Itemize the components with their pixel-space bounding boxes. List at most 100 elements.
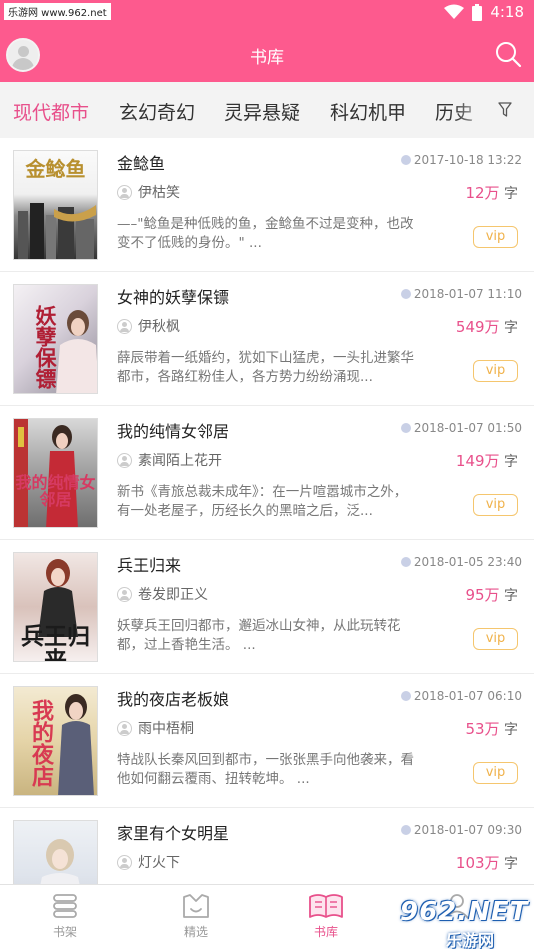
book-item[interactable]: 家里有个女明星 2018-01-07 09:30 灯火下 103万 字 (0, 808, 534, 884)
update-time: 2018-01-05 23:40 (400, 555, 522, 569)
word-count-value: 549万 (455, 318, 500, 336)
word-count-value: 103万 (455, 854, 500, 872)
cover-title: 妖孽保镖 (33, 305, 58, 389)
word-count: 549万 字 (456, 316, 518, 337)
person-icon (117, 184, 132, 200)
cover-art (58, 694, 94, 795)
tab-category[interactable]: 科幻机甲 (330, 98, 406, 125)
nav-library[interactable]: 书库 (281, 893, 371, 940)
book-item[interactable]: 兵王归来 兵王归来 2018-01-05 23:40 卷发即正义 95万 字 妖… (0, 540, 534, 674)
update-time: 2017-10-18 13:22 (400, 153, 522, 167)
status-bar: 乐游网 www.962.net 4:18 (0, 0, 534, 26)
book-item[interactable]: 我的纯情女邻居 我的纯情女邻居 2018-01-07 01:50 素闻陌上花开 … (0, 406, 534, 540)
word-count-unit: 字 (504, 320, 518, 336)
search-icon[interactable] (494, 40, 522, 68)
word-count: 95万 字 (465, 584, 518, 605)
site-watermark: 962.NET 乐游网 (400, 895, 534, 949)
author: 伊枯笑 (117, 182, 180, 202)
date-text: 2018-01-07 01:50 (413, 421, 522, 435)
word-count-value: 95万 (465, 586, 500, 604)
book-description: 新书《青旅总裁未成年》：在一片喧嚣城市之外，有一处老屋子，历经长久的黑暗之后，泛… (117, 484, 408, 519)
vip-badge: vip (473, 226, 518, 248)
author: 卷发即正义 (117, 584, 208, 604)
book-item[interactable]: 妖孽保镖 女神的妖孽保镖 2018-01-07 11:10 伊秋枫 549万 字… (0, 272, 534, 406)
date-text: 2018-01-07 09:30 (413, 823, 522, 837)
date-text: 2018-01-07 11:10 (413, 287, 522, 301)
clock-icon (400, 557, 411, 567)
word-count-value: 53万 (465, 720, 500, 738)
cover-art (18, 203, 96, 259)
book-cover: 我的纯情女邻居 (13, 418, 98, 528)
word-count-unit: 字 (504, 722, 518, 738)
word-count-unit: 字 (504, 588, 518, 604)
clock-icon (400, 691, 411, 701)
watermark-logo: 962.NET (400, 897, 529, 927)
cover-title: 金鲶鱼 (25, 157, 86, 181)
vip-badge: vip (473, 628, 518, 650)
author-name: 雨中梧桐 (138, 721, 194, 737)
cover-title: 兵王归来 (21, 623, 90, 662)
person-icon (117, 854, 132, 870)
date-text: 2017-10-18 13:22 (413, 153, 522, 167)
cover-art (40, 839, 80, 884)
clock-icon (400, 289, 411, 299)
nav-featured[interactable]: 精选 (151, 893, 241, 940)
book-title[interactable]: 我的纯情女邻居 (117, 418, 229, 442)
word-count-unit: 字 (504, 186, 518, 202)
watermark-sub: 乐游网 (446, 931, 495, 949)
book-description: 薛辰带着一纸婚约，犹如下山猛虎，一头扎进繁华都市，各路红粉佳人，各方势力纷纷涌现… (117, 350, 414, 385)
nav-label: 精选 (183, 925, 208, 939)
featured-icon (183, 894, 209, 918)
update-time: 2018-01-07 01:50 (400, 421, 522, 435)
cover-art (56, 310, 97, 393)
date-text: 2018-01-05 23:40 (413, 555, 522, 569)
author-name: 灯火下 (138, 855, 180, 871)
book-title[interactable]: 兵王归来 (117, 552, 181, 576)
nav-bookshelf[interactable]: 书架 (20, 893, 110, 940)
update-time: 2018-01-07 11:10 (400, 287, 522, 301)
book-list: 金鲶鱼 金鲶鱼 2017-10-18 13:22 伊枯笑 12万 字 —–"鲶鱼… (0, 138, 534, 884)
author: 灯火下 (117, 852, 180, 872)
tab-category[interactable]: 灵异悬疑 (224, 98, 300, 125)
person-icon (117, 586, 132, 602)
word-count-value: 149万 (455, 452, 500, 470)
book-title[interactable]: 金鲶鱼 (117, 150, 165, 174)
author-name: 伊枯笑 (138, 185, 180, 201)
person-icon (117, 452, 132, 468)
book-cover (13, 820, 98, 884)
open-book-icon (309, 894, 343, 918)
word-count-unit: 字 (504, 856, 518, 872)
book-title[interactable]: 女神的妖孽保镖 (117, 284, 229, 308)
clock-icon (400, 423, 411, 433)
book-item[interactable]: 我的夜店 我的夜店老板娘 2018-01-07 06:10 雨中梧桐 53万 字… (0, 674, 534, 808)
word-count: 12万 字 (465, 182, 518, 203)
cover-title: 我的夜店 (28, 699, 54, 787)
word-count: 103万 字 (456, 852, 518, 873)
person-icon (117, 720, 132, 736)
nav-label: 书架 (52, 925, 77, 939)
book-item[interactable]: 金鲶鱼 金鲶鱼 2017-10-18 13:22 伊枯笑 12万 字 —–"鲶鱼… (0, 138, 534, 272)
book-description: —–"鲶鱼是种低贱的鱼，金鲶鱼不过是变种，也改变不了低贱的身份。" ... (117, 216, 414, 251)
word-count: 53万 字 (465, 718, 518, 739)
tab-category[interactable]: 玄幻奇幻 (119, 98, 195, 125)
vip-badge: vip (473, 360, 518, 382)
book-cover: 兵王归来 (13, 552, 98, 662)
word-count: 149万 字 (456, 450, 518, 471)
book-description: 特战队长秦风回到都市，一张张黑手向他袭来，看他如何翻云覆雨、扭转乾坤。 ... (117, 752, 414, 787)
word-count-value: 12万 (465, 184, 500, 202)
author: 伊秋枫 (117, 316, 180, 336)
word-count-unit: 字 (504, 454, 518, 470)
clock-icon (400, 825, 411, 835)
vip-badge: vip (473, 762, 518, 784)
filter-button[interactable] (476, 82, 534, 138)
bookshelf-icon (53, 894, 77, 918)
clock-time: 4:18 (490, 3, 524, 21)
book-title[interactable]: 我的夜店老板娘 (117, 686, 229, 710)
battery-icon (472, 3, 483, 21)
book-description: 妖孽兵王回归都市，邂逅冰山女神，从此玩转花都，过上香艳生活。 ... (117, 618, 401, 653)
page-title: 书库 (250, 48, 284, 68)
clock-icon (400, 155, 411, 165)
site-label: 乐游网 www.962.net (4, 3, 111, 20)
tab-category[interactable]: 现代都市 (13, 98, 89, 125)
book-title[interactable]: 家里有个女明星 (117, 820, 229, 844)
